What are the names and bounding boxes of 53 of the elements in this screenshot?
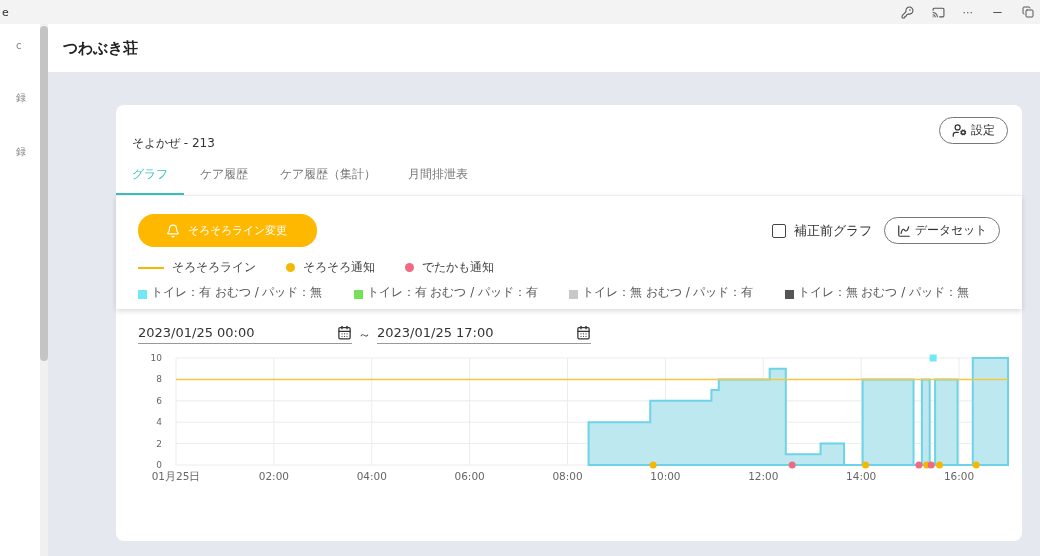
scrollbar-thumb[interactable]: [40, 26, 48, 361]
settings-button[interactable]: 設定: [939, 117, 1008, 144]
legend-label: そろそろライン: [172, 259, 256, 276]
legend-label: トイレ：無 おむつ / パッド：有: [582, 286, 755, 299]
notification-dot: [649, 461, 657, 469]
axis-label: 8: [156, 374, 162, 385]
notification-dot: [788, 461, 796, 469]
legend-label: トイレ：無 おむつ / パッド：無: [797, 286, 970, 299]
sidebar-item[interactable]: c: [0, 40, 22, 51]
axis-label: 16:00: [943, 470, 975, 482]
checkbox[interactable]: [772, 223, 786, 238]
axis-label: 12:00: [748, 470, 779, 482]
legend-label: トイレ：有 おむつ / パッド：無: [151, 286, 324, 299]
axis-label: 6: [156, 395, 162, 406]
axis-label: 01月25日: [151, 470, 201, 482]
restore-icon[interactable]: [1022, 6, 1034, 18]
bell-icon: [166, 223, 180, 238]
cast-icon[interactable]: [931, 5, 945, 19]
more-button[interactable]: ···: [962, 5, 973, 19]
range-separator: ～: [358, 325, 371, 344]
window-title: e: [2, 5, 9, 19]
notification-dot: [862, 461, 870, 469]
sidebar-item[interactable]: 録: [0, 91, 26, 105]
legend-label: そろそろ通知: [303, 259, 375, 276]
sidebar-item[interactable]: 録: [0, 145, 26, 159]
axis-label: 10: [150, 353, 162, 363]
page-title: つわぶき荘: [63, 38, 138, 58]
chart-icon: [897, 223, 911, 238]
dataset-button[interactable]: データセット: [884, 217, 1000, 244]
axis-label: 04:00: [356, 470, 387, 482]
axis-label: 4: [156, 417, 162, 428]
axis-label: 06:00: [454, 470, 485, 482]
axis-label: 2: [156, 438, 162, 449]
calendar-icon[interactable]: [576, 325, 591, 340]
axis-label: 08:00: [552, 470, 583, 482]
end-date-field[interactable]: 2023/01/25 17:00: [377, 325, 591, 344]
calendar-icon[interactable]: [337, 325, 352, 340]
axis-label: 0: [156, 460, 162, 470]
axis-label: 10:00: [650, 470, 681, 482]
tab[interactable]: ケア履歴（集計）: [264, 158, 392, 195]
user-gear-icon: [952, 123, 967, 138]
key-icon[interactable]: [900, 5, 914, 19]
notification-dot: [972, 461, 980, 469]
legend-label: でたかも通知: [422, 259, 494, 276]
start-date-field[interactable]: 2023/01/25 00:00: [138, 325, 352, 344]
tab[interactable]: ケア履歴: [184, 158, 264, 195]
axis-label: 14:00: [846, 470, 877, 482]
status-marker: [929, 354, 937, 362]
checkbox-label: 補正前グラフ: [794, 221, 872, 240]
resident-name: そよかぜ - 213: [132, 135, 215, 152]
axis-label: 02:00: [258, 470, 289, 482]
tab[interactable]: 月間排泄表: [392, 158, 484, 195]
legend-label: トイレ：有 おむつ / パッド：有: [366, 286, 539, 299]
